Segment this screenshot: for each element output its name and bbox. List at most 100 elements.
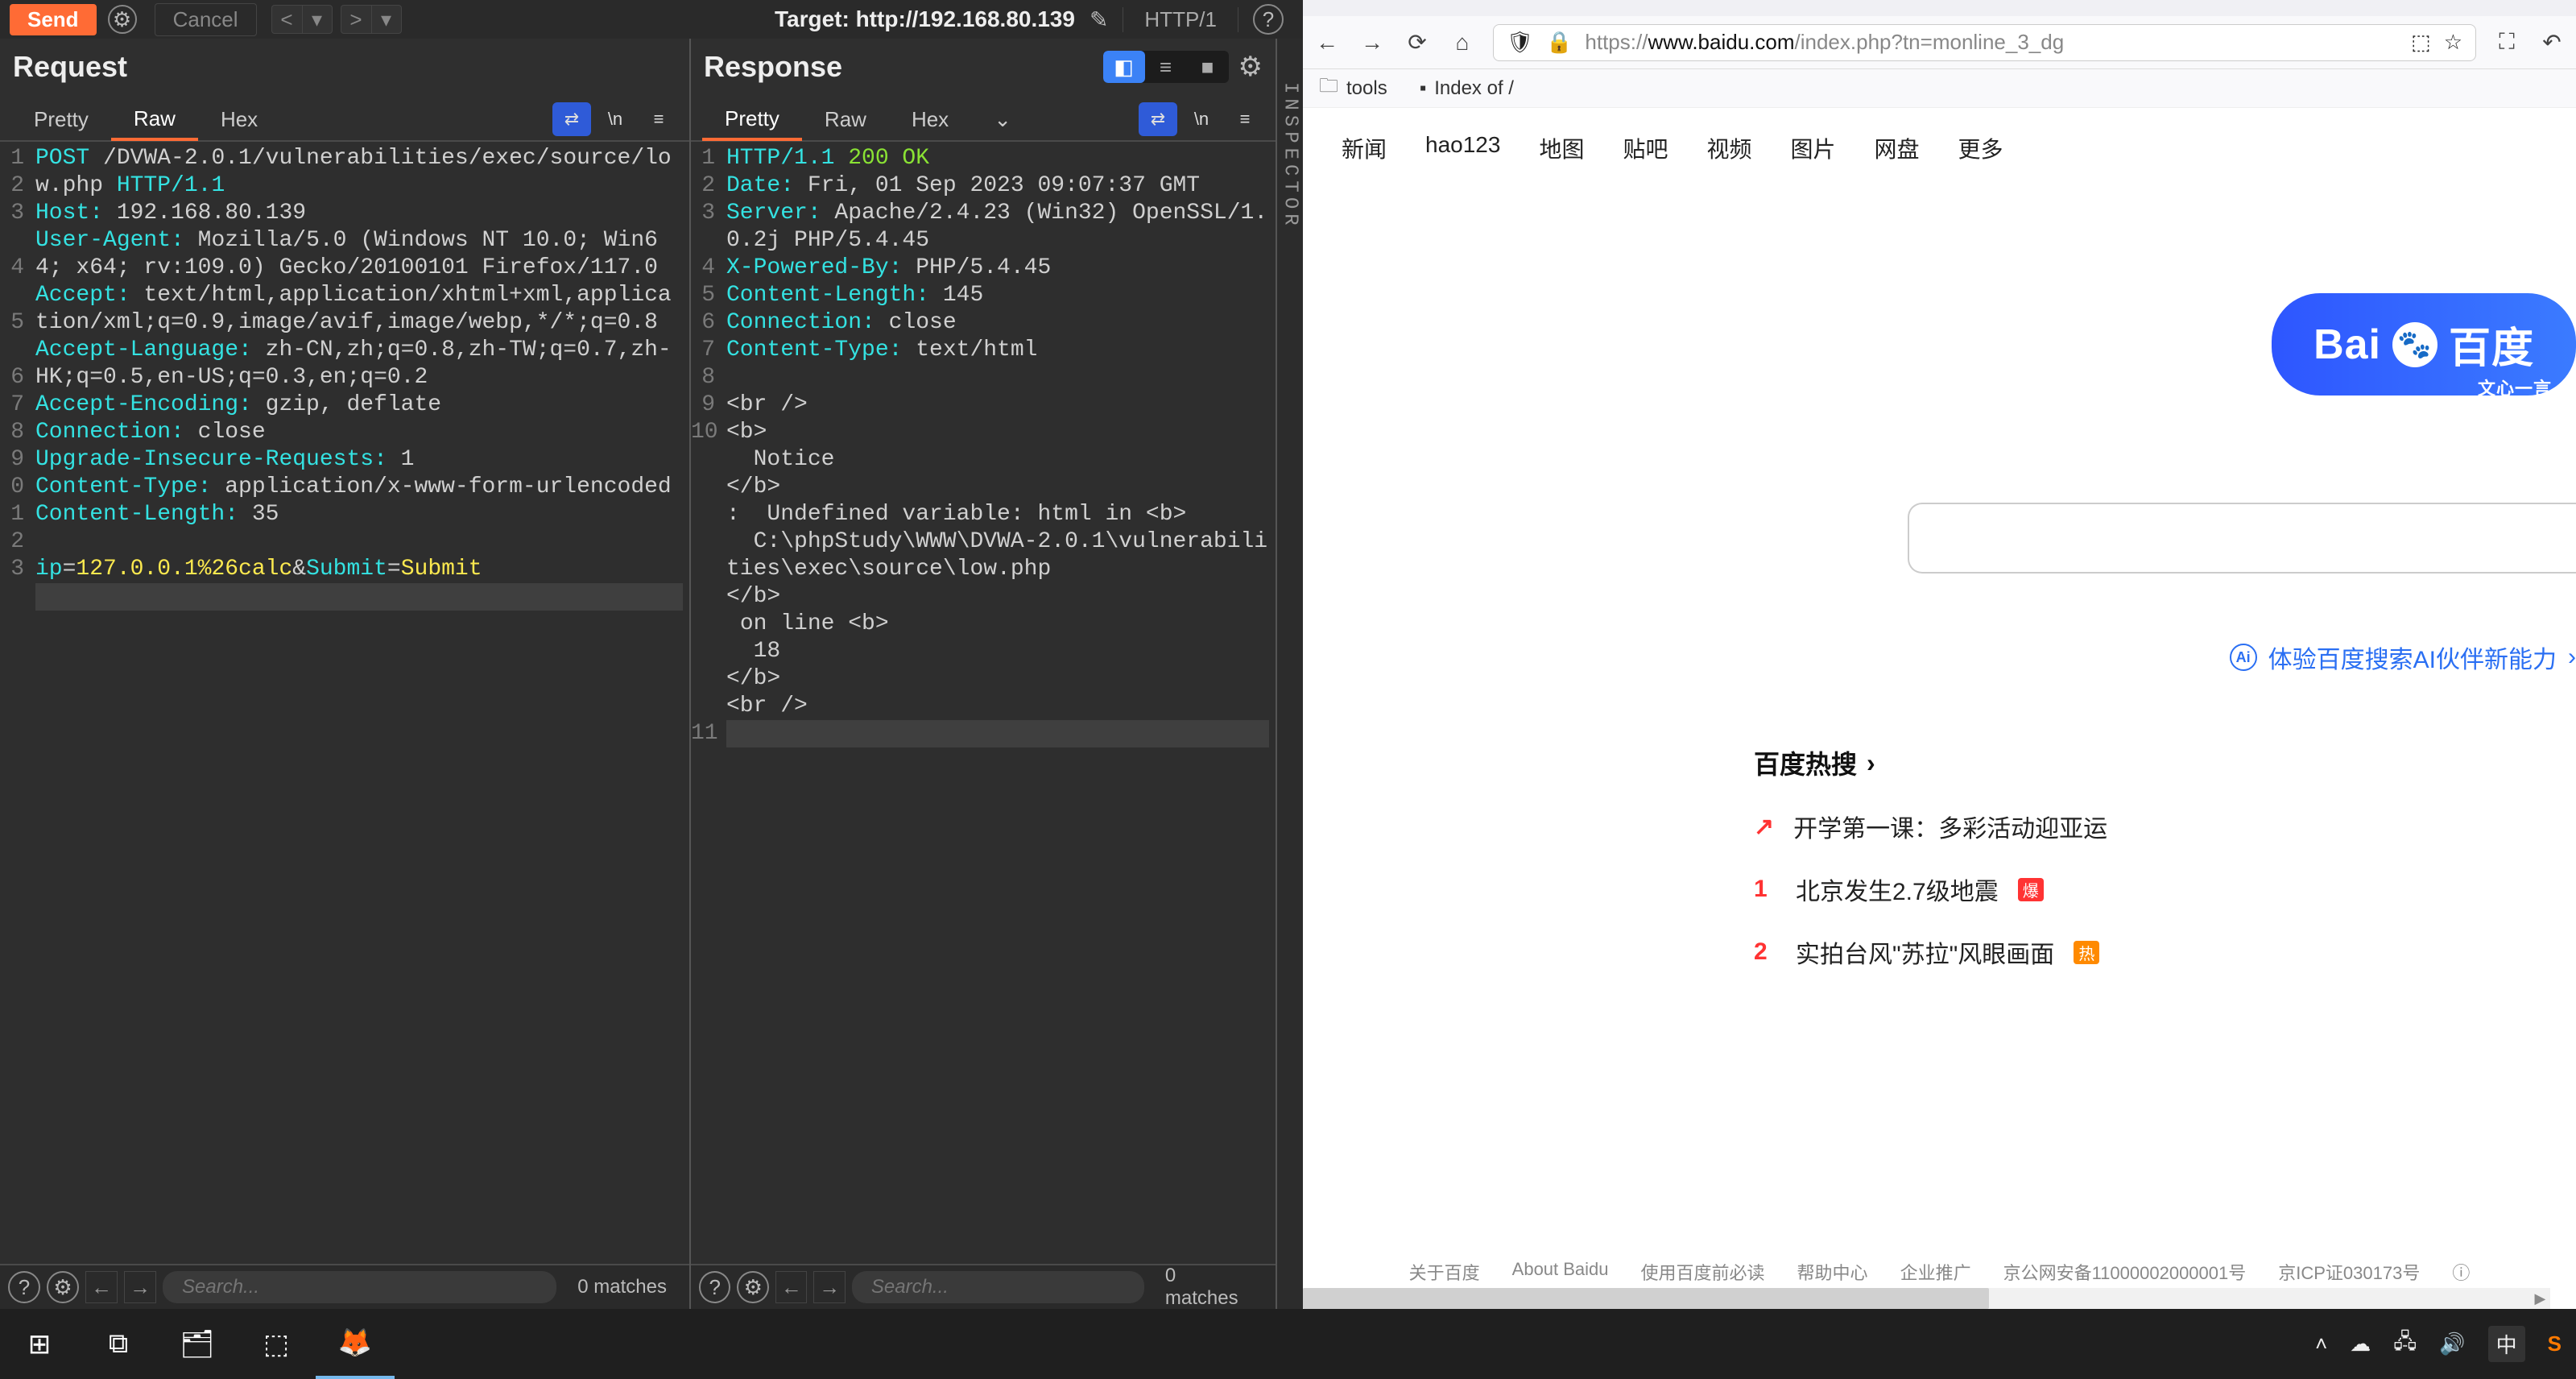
tab-raw[interactable]: Raw: [802, 98, 889, 140]
help-icon[interactable]: ?: [8, 1271, 40, 1303]
search-next-button[interactable]: →: [813, 1271, 845, 1303]
layout-toggle[interactable]: ◧ ≡ ■: [1103, 51, 1229, 83]
tab-more-button[interactable]: ⌄: [971, 98, 1034, 140]
footer-psb[interactable]: 京公网安备11000002000001号: [2003, 1259, 2247, 1285]
response-title: Response: [704, 50, 842, 84]
send-button[interactable]: Send: [10, 4, 97, 35]
hot-item-2[interactable]: 2实拍台风"苏拉"风眼画面热: [1754, 934, 2107, 970]
search-prev-button[interactable]: ←: [85, 1271, 118, 1303]
footer-biz[interactable]: 企业推广: [1900, 1259, 1971, 1285]
network-icon[interactable]: 🖧: [2393, 1327, 2417, 1362]
footer-about-en[interactable]: About Baidu: [1512, 1259, 1609, 1285]
shield-icon[interactable]: 🛡: [1507, 30, 1533, 55]
store-button[interactable]: ⬚: [237, 1309, 316, 1379]
gear-icon[interactable]: ⚙: [108, 5, 137, 34]
response-editor[interactable]: 1 2 3 4 5 6 7 8 9 10 11 HTTP/1.1 200 OK …: [691, 142, 1276, 1264]
ai-badge-icon: Ai: [2230, 644, 2257, 671]
lock-icon[interactable]: 🔒: [1546, 30, 1572, 55]
reload-button[interactable]: ⟳: [1403, 29, 1432, 56]
request-editor[interactable]: 1 2 3 4 5 6 7 8 9 0 1 2 3 POST /DVWA-2.0…: [0, 142, 689, 1264]
volume-icon[interactable]: 🔊: [2439, 1331, 2465, 1356]
footer-icp[interactable]: 京ICP证030173号: [2278, 1259, 2420, 1285]
nav-map[interactable]: 地图: [1539, 132, 1584, 164]
horizontal-scrollbar[interactable]: ▶: [1303, 1288, 2550, 1309]
start-button[interactable]: ⊞: [0, 1309, 79, 1379]
tab-strip[interactable]: [1303, 0, 2576, 16]
firefox-button[interactable]: 🦊: [316, 1309, 395, 1379]
hamburger-icon[interactable]: ≡: [639, 102, 678, 136]
tab-hex[interactable]: Hex: [889, 98, 971, 140]
nav-news[interactable]: 新闻: [1342, 132, 1387, 164]
ime-indicator[interactable]: 中: [2488, 1326, 2525, 1362]
history-back-dropdown[interactable]: ▾: [302, 5, 333, 34]
request-source[interactable]: POST /DVWA-2.0.1/vulnerabilities/exec/so…: [29, 142, 689, 1264]
layout-single-icon[interactable]: ■: [1187, 51, 1229, 83]
forward-button[interactable]: →: [1358, 30, 1387, 56]
hot-title[interactable]: 百度热搜›: [1754, 744, 2107, 781]
footer-about[interactable]: 关于百度: [1409, 1259, 1480, 1285]
undo-icon[interactable]: ↶: [2537, 29, 2566, 56]
footer-terms[interactable]: 使用百度前必读: [1641, 1259, 1765, 1285]
file-explorer-button[interactable]: 🗂: [158, 1309, 237, 1379]
wrap-toggle-icon[interactable]: ⇄: [1139, 102, 1177, 136]
search-prev-button[interactable]: ←: [775, 1271, 807, 1303]
tab-pretty[interactable]: Pretty: [11, 98, 111, 140]
onedrive-icon[interactable]: ☁: [2350, 1331, 2371, 1356]
newline-toggle-icon[interactable]: \n: [1182, 102, 1221, 136]
history-back-button[interactable]: <: [271, 5, 302, 34]
baidu-search-input[interactable]: [1908, 503, 2576, 574]
request-title: Request: [13, 50, 127, 84]
tray-expand-icon[interactable]: ˄: [2315, 1331, 2327, 1356]
nav-pan[interactable]: 网盘: [1875, 132, 1920, 164]
qr-icon[interactable]: ⬚: [2411, 30, 2431, 55]
ai-promo-link[interactable]: Ai 体验百度搜索AI伙伴新能力 ›: [2230, 640, 2576, 675]
logo-subtitle: 文心一言: [2478, 375, 2552, 400]
history-fwd-button[interactable]: >: [341, 5, 371, 34]
extension-icon[interactable]: ⛶: [2492, 29, 2521, 56]
newline-toggle-icon[interactable]: \n: [596, 102, 635, 136]
inspector-label[interactable]: INSPECTOR: [1280, 82, 1301, 230]
baidu-nav: 新闻 hao123 地图 贴吧 视频 图片 网盘 更多: [1303, 132, 2576, 164]
tab-raw[interactable]: Raw: [111, 99, 198, 141]
hamburger-icon[interactable]: ≡: [1226, 102, 1264, 136]
response-search-input[interactable]: [852, 1271, 1144, 1303]
info-icon[interactable]: ⓘ: [2452, 1259, 2470, 1285]
back-button[interactable]: ←: [1313, 30, 1342, 56]
cancel-button[interactable]: Cancel: [155, 3, 257, 36]
wrap-toggle-icon[interactable]: ⇄: [552, 102, 591, 136]
sogou-icon[interactable]: S: [2548, 1331, 2562, 1356]
nav-tieba[interactable]: 贴吧: [1623, 132, 1668, 164]
gear-icon[interactable]: ⚙: [1238, 51, 1263, 83]
help-icon[interactable]: ?: [1253, 4, 1284, 35]
hot-item-1[interactable]: 1北京发生2.7级地震爆: [1754, 872, 2107, 907]
bookmark-star-icon[interactable]: ☆: [2444, 30, 2462, 55]
response-source[interactable]: HTTP/1.1 200 OK Date: Fri, 01 Sep 2023 0…: [720, 142, 1276, 1264]
task-view-button[interactable]: ⧉: [79, 1309, 158, 1379]
burp-toolbar: Send ⚙ Cancel < ▾ > ▾ Target: http://192…: [0, 0, 1303, 39]
request-search-input[interactable]: [163, 1271, 556, 1303]
hot-item-top[interactable]: ↗开学第一课：多彩活动迎亚运: [1754, 809, 2107, 844]
bookmark-tools[interactable]: 🗀tools: [1319, 72, 1387, 105]
history-fwd-dropdown[interactable]: ▾: [371, 5, 402, 34]
tab-hex[interactable]: Hex: [198, 98, 280, 140]
pencil-icon[interactable]: ✎: [1090, 6, 1108, 33]
help-icon[interactable]: ?: [699, 1271, 730, 1303]
bookmark-indexof[interactable]: ▪Index of /: [1420, 77, 1514, 100]
address-bar[interactable]: 🛡 🔒 https://www.baidu.com/index.php?tn=m…: [1493, 24, 2476, 61]
protocol-label[interactable]: HTTP/1: [1123, 7, 1238, 32]
scrollbar-thumb[interactable]: [1303, 1288, 1989, 1309]
layout-split-icon[interactable]: ◧: [1103, 51, 1145, 83]
gear-icon[interactable]: ⚙: [47, 1271, 79, 1303]
footer-help[interactable]: 帮助中心: [1797, 1259, 1868, 1285]
nav-more[interactable]: 更多: [1958, 132, 2003, 164]
baidu-logo[interactable]: Bai 🐾 百度 文心一言: [2272, 293, 2576, 395]
scroll-right-button[interactable]: ▶: [2535, 1290, 2546, 1307]
gear-icon[interactable]: ⚙: [737, 1271, 768, 1303]
nav-hao123[interactable]: hao123: [1425, 132, 1500, 164]
tab-pretty[interactable]: Pretty: [702, 99, 802, 141]
home-button[interactable]: ⌂: [1448, 30, 1477, 56]
search-next-button[interactable]: →: [124, 1271, 156, 1303]
layout-stack-icon[interactable]: ≡: [1145, 51, 1187, 83]
nav-video[interactable]: 视频: [1706, 132, 1751, 164]
nav-image[interactable]: 图片: [1791, 132, 1836, 164]
